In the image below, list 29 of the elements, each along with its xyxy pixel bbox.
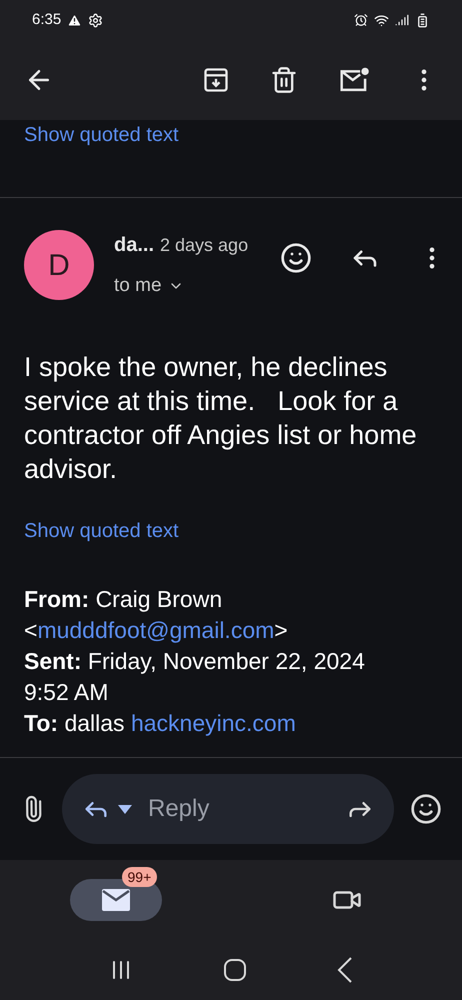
battery-icon bbox=[415, 12, 430, 28]
gear-icon bbox=[88, 12, 104, 28]
header-line: From: Craig Brown <mudddfoot@gmail.com> bbox=[24, 585, 289, 645]
back-icon[interactable] bbox=[337, 957, 353, 983]
caret-icon[interactable] bbox=[118, 804, 132, 814]
emoji-icon[interactable] bbox=[280, 242, 312, 274]
header-line: To: dallas hackneyinc.com bbox=[24, 709, 297, 738]
show-quoted-link[interactable]: Show quoted text bbox=[24, 516, 462, 546]
show-quoted-link[interactable]: Show quoted text bbox=[24, 120, 462, 150]
signal-icon bbox=[395, 13, 409, 27]
count-badge: 99+ bbox=[122, 867, 158, 887]
message-time: 2 days ago bbox=[160, 234, 248, 257]
reply-field[interactable]: Reply bbox=[148, 791, 298, 827]
sender-name: da... bbox=[114, 233, 154, 258]
message-body: I spoke the owner, he declines service at this time. Look for a contractor off Angies list or home advisor. bbox=[23, 351, 418, 486]
trash-icon[interactable] bbox=[270, 66, 298, 94]
emoji-icon[interactable] bbox=[410, 793, 442, 825]
clock-time: 6:35 bbox=[32, 10, 62, 30]
mail-unread-icon[interactable] bbox=[338, 66, 370, 94]
alarm-icon bbox=[354, 13, 368, 27]
recipient-toggle[interactable]: to me bbox=[114, 272, 248, 300]
avatar: D bbox=[24, 230, 94, 300]
email-link[interactable]: hackneyinc.com bbox=[130, 710, 296, 736]
warning-icon bbox=[67, 12, 82, 28]
wifi-icon bbox=[374, 12, 389, 28]
email-link[interactable]: mudddfoot@gmail.com bbox=[37, 617, 274, 643]
mail-icon bbox=[100, 888, 130, 912]
home-icon[interactable] bbox=[223, 958, 247, 982]
archive-icon[interactable] bbox=[202, 66, 230, 94]
